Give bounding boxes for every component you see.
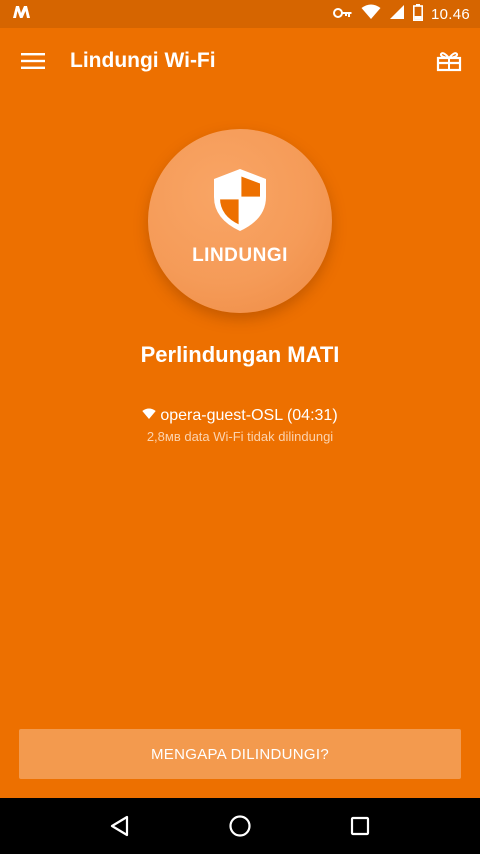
nav-back-button[interactable] — [100, 806, 140, 846]
wifi-signal-icon — [361, 4, 381, 24]
status-right: 10.46 — [332, 3, 470, 25]
unprotected-data-note: 2,8мв data Wi-Fi tidak dilindungi — [146, 429, 334, 444]
nav-recents-button[interactable] — [340, 806, 380, 846]
gift-button[interactable] — [434, 46, 464, 76]
status-time: 10.46 — [430, 5, 470, 23]
status-bar: 10.46 — [0, 0, 480, 28]
vpn-key-icon — [332, 6, 353, 23]
protect-button[interactable]: LINDUNGI — [148, 129, 332, 313]
app-notification-icon — [12, 4, 32, 24]
app-bar: Lindungi Wi-Fi — [0, 28, 480, 94]
nav-home-button[interactable] — [220, 806, 260, 846]
status-left — [12, 4, 32, 24]
hamburger-menu-icon — [21, 53, 45, 69]
why-protect-button[interactable]: MENGAPA DILINDUNGI? — [19, 729, 461, 779]
system-nav-bar — [0, 798, 480, 854]
wifi-icon — [142, 407, 157, 425]
network-info: opera-guest-OSL (04:31) — [0, 407, 480, 425]
battery-low-icon — [412, 3, 423, 25]
home-circle-icon — [229, 815, 251, 837]
network-name: opera-guest-OSL (04:31) — [160, 407, 338, 424]
gift-icon — [436, 52, 462, 72]
menu-button[interactable] — [20, 48, 46, 74]
protect-button-label: LINDUNGI — [192, 245, 288, 266]
back-triangle-icon — [110, 815, 129, 837]
cell-signal-icon — [389, 4, 405, 24]
recents-square-icon — [350, 816, 370, 836]
page-title: Lindungi Wi-Fi — [70, 49, 216, 72]
shield-icon — [211, 167, 269, 233]
protection-status: Perlindungan MATI — [140, 342, 340, 367]
